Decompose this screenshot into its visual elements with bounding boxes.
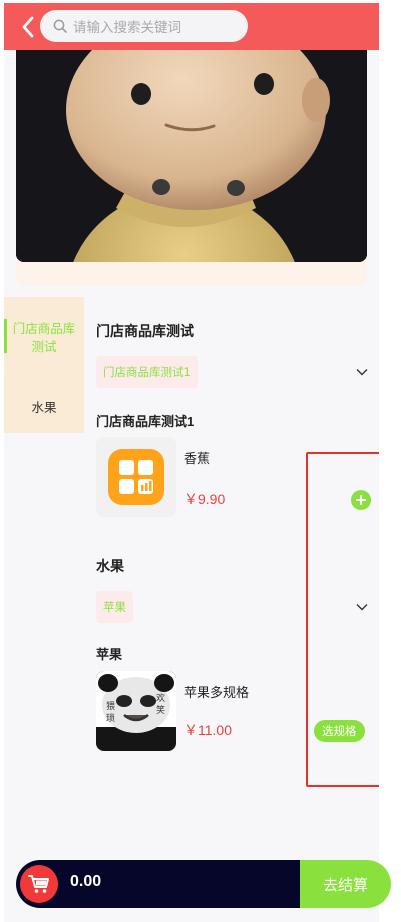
shopping-cart-icon xyxy=(28,875,49,893)
product-name: 苹果多规格 xyxy=(184,686,250,701)
app-tile-icon xyxy=(96,437,176,517)
meme-text: 猥 xyxy=(106,701,115,712)
filter-tag[interactable]: 门店商品库测试1 xyxy=(96,356,198,388)
banner-container xyxy=(16,50,367,286)
subcategory-title: 门店商品库测试1 xyxy=(96,414,195,429)
search-icon xyxy=(53,19,67,33)
group-title: 门店商品库测试 xyxy=(96,323,194,339)
highlight-annotation-box xyxy=(306,452,379,787)
sidebar-item-store-library[interactable]: 门店商品库测试 xyxy=(4,297,84,379)
sidebar-item-label: 水果 xyxy=(31,399,57,415)
meme-text: 琐 xyxy=(106,712,115,724)
group-title: 水果 xyxy=(96,558,124,574)
cart-summary[interactable]: 0.00 xyxy=(16,860,316,908)
search-input[interactable]: 请输入搜索关键词 xyxy=(40,10,248,42)
filter-tag[interactable]: 苹果 xyxy=(96,591,133,623)
product-image[interactable]: 猥 琐 欢 笑 xyxy=(96,671,176,751)
chevron-left-icon xyxy=(22,16,34,38)
banner-image[interactable] xyxy=(16,50,367,262)
cart-button[interactable] xyxy=(20,865,58,903)
subcategory-title: 苹果 xyxy=(96,647,123,662)
checkout-button[interactable]: 去结算 xyxy=(300,860,391,908)
sidebar-item-label: 门店商品库测试 xyxy=(12,321,76,354)
active-indicator xyxy=(4,319,7,353)
back-button[interactable] xyxy=(16,14,40,40)
product-price: ￥11.00 xyxy=(184,722,232,738)
sidebar-item-fruit[interactable]: 水果 xyxy=(4,379,84,433)
app-screen: 请输入搜索关键词 门店商品库测试 水果 门店商品库测试 门店商品库测试1 门店商… xyxy=(4,3,379,922)
category-sidebar: 门店商品库测试 水果 xyxy=(4,297,84,433)
chevron-down-icon[interactable] xyxy=(355,365,369,379)
meme-text: 笑 xyxy=(156,704,165,716)
panda-meme-image: 猥 琐 欢 笑 xyxy=(96,671,176,751)
cart-total: 0.00 xyxy=(70,873,102,890)
product-image[interactable] xyxy=(96,437,176,517)
meme-text: 欢 xyxy=(156,692,165,704)
page-margin xyxy=(379,0,401,922)
product-name: 香蕉 xyxy=(184,452,211,467)
top-header: 请输入搜索关键词 xyxy=(4,3,379,50)
search-placeholder: 请输入搜索关键词 xyxy=(73,20,181,36)
product-price: ￥9.90 xyxy=(184,491,226,507)
cart-bar: 0.00 去结算 xyxy=(16,860,391,908)
toy-figure-illustration xyxy=(16,50,367,262)
